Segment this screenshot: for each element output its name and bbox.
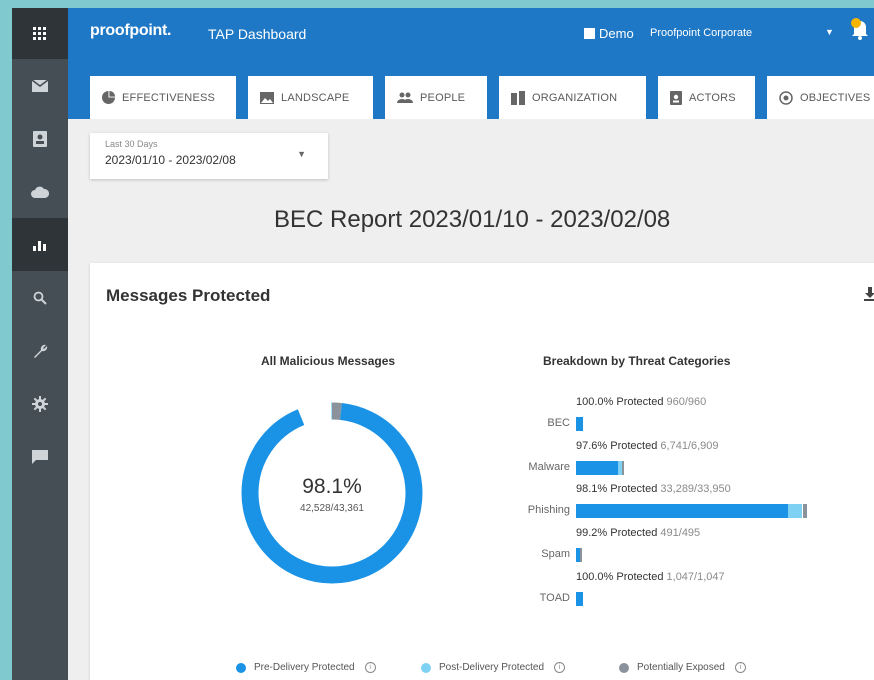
donut-count: 42,528/43,361 xyxy=(300,503,364,514)
tab-label: EFFECTIVENESS xyxy=(122,91,216,104)
proofpoint-logo[interactable]: proofpoint. xyxy=(90,22,171,40)
bar-exposed[interactable] xyxy=(580,548,582,562)
tab-label: ACTORS xyxy=(689,91,736,104)
chevron-down-icon[interactable]: ▼ xyxy=(297,149,306,159)
tab-effectiveness[interactable]: EFFECTIVENESS xyxy=(90,76,236,119)
bar-post[interactable] xyxy=(788,504,803,518)
category-count: 6,741/6,909 xyxy=(660,440,719,452)
category-stat: 100.0% Protected 1,047/1,047 xyxy=(576,571,725,583)
chevron-down-icon[interactable]: ▼ xyxy=(825,27,834,37)
demo-toggle[interactable]: Demo xyxy=(584,26,634,41)
category-stat: 98.1% Protected 33,289/33,950 xyxy=(576,483,731,495)
category-stat: 100.0% Protected 960/960 xyxy=(576,396,706,408)
download-icon[interactable] xyxy=(864,287,874,306)
badge-icon xyxy=(670,90,682,105)
category-protected-text: 100.0% Protected xyxy=(576,396,664,408)
tab-objectives[interactable]: OBJECTIVES xyxy=(767,76,874,119)
category-label: Phishing xyxy=(527,504,570,516)
date-range-label: Last 30 Days xyxy=(105,139,158,149)
legend-swatch xyxy=(421,662,431,673)
category-label: Malware xyxy=(528,461,570,473)
demo-checkbox[interactable] xyxy=(584,28,595,39)
category-count: 1,047/1,047 xyxy=(666,571,725,583)
legend-post-delivery: Post-Delivery Protected i xyxy=(421,662,566,673)
cloud-icon[interactable] xyxy=(12,165,68,218)
category-protected-text: 99.2% Protected xyxy=(576,527,658,539)
messages-protected-card: Messages Protected All Malicious Message… xyxy=(90,263,874,680)
tab-landscape[interactable]: LANDSCAPE xyxy=(248,76,373,119)
app-title: TAP Dashboard xyxy=(208,26,307,42)
bar-exposed[interactable] xyxy=(621,461,624,475)
legend-swatch xyxy=(236,662,246,673)
search-icon[interactable] xyxy=(12,271,68,324)
top-header: proofpoint. TAP Dashboard Demo Proofpoin… xyxy=(68,8,874,59)
info-icon[interactable]: i xyxy=(554,662,566,673)
date-range-select[interactable]: Last 30 Days 2023/01/10 - 2023/02/08 ▼ xyxy=(90,133,328,179)
tab-actors[interactable]: ACTORS xyxy=(658,76,755,119)
date-range-value: 2023/01/10 - 2023/02/08 xyxy=(105,153,236,167)
category-label: Spam xyxy=(541,548,570,560)
tab-label: LANDSCAPE xyxy=(281,91,350,104)
tab-organization[interactable]: ORGANIZATION xyxy=(499,76,646,119)
donut-title: All Malicious Messages xyxy=(261,354,396,368)
contact-card-icon[interactable] xyxy=(12,112,68,165)
category-count: 33,289/33,950 xyxy=(660,483,731,495)
image-icon xyxy=(260,91,274,104)
legend-label: Pre-Delivery Protected xyxy=(254,662,355,673)
tab-people[interactable]: PEOPLE xyxy=(385,76,487,119)
app-frame: proofpoint. TAP Dashboard Demo Proofpoin… xyxy=(12,8,874,680)
category-protected-text: 98.1% Protected xyxy=(576,483,658,495)
wrench-icon[interactable] xyxy=(12,324,68,377)
bell-icon[interactable] xyxy=(850,18,870,45)
tab-bar: EFFECTIVENESS LANDSCAPE PEOPLE ORGANIZAT… xyxy=(68,59,874,119)
legend-label: Post-Delivery Protected xyxy=(439,662,545,673)
category-protected-text: 100.0% Protected xyxy=(576,571,664,583)
tab-label: OBJECTIVES xyxy=(800,91,871,104)
category-label: BEC xyxy=(547,417,570,429)
legend-exposed: Potentially Exposed i xyxy=(619,662,746,673)
bar-exposed[interactable] xyxy=(802,504,807,518)
category-count: 960/960 xyxy=(666,396,707,408)
category-label: TOAD xyxy=(539,592,570,604)
donut-percent: 98.1% xyxy=(302,475,362,498)
category-protected-text: 97.6% Protected xyxy=(576,440,658,452)
breakdown-title: Breakdown by Threat Categories xyxy=(543,354,731,368)
category-stat: 99.2% Protected 491/495 xyxy=(576,527,700,539)
legend-label: Potentially Exposed xyxy=(637,662,725,673)
message-icon[interactable] xyxy=(12,430,68,483)
organization-icon xyxy=(511,90,525,105)
bar-pre[interactable] xyxy=(576,417,583,431)
legend-swatch xyxy=(619,662,629,673)
people-icon xyxy=(397,92,413,103)
report-title: BEC Report 2023/01/10 - 2023/02/08 xyxy=(274,206,671,233)
mail-icon[interactable] xyxy=(12,59,68,112)
tab-label: PEOPLE xyxy=(420,91,466,104)
demo-label: Demo xyxy=(599,26,634,41)
org-selector[interactable]: Proofpoint Corporate xyxy=(650,27,752,39)
pie-chart-icon xyxy=(102,91,115,104)
legend-pre-delivery: Pre-Delivery Protected i xyxy=(236,662,376,673)
info-icon[interactable]: i xyxy=(734,662,746,673)
info-icon[interactable]: i xyxy=(364,662,376,673)
tab-label: ORGANIZATION xyxy=(532,91,618,104)
left-rail xyxy=(12,8,68,680)
card-title: Messages Protected xyxy=(106,286,271,305)
apps-grid-icon[interactable] xyxy=(12,8,68,59)
gear-icon[interactable] xyxy=(12,377,68,430)
bar-pre[interactable] xyxy=(576,592,584,606)
bar-pre[interactable] xyxy=(576,461,619,475)
bar-pre[interactable] xyxy=(576,504,789,518)
category-stat: 97.6% Protected 6,741/6,909 xyxy=(576,440,719,452)
target-icon xyxy=(779,90,793,105)
bar-chart-icon[interactable] xyxy=(12,218,68,271)
category-count: 491/495 xyxy=(660,527,701,539)
